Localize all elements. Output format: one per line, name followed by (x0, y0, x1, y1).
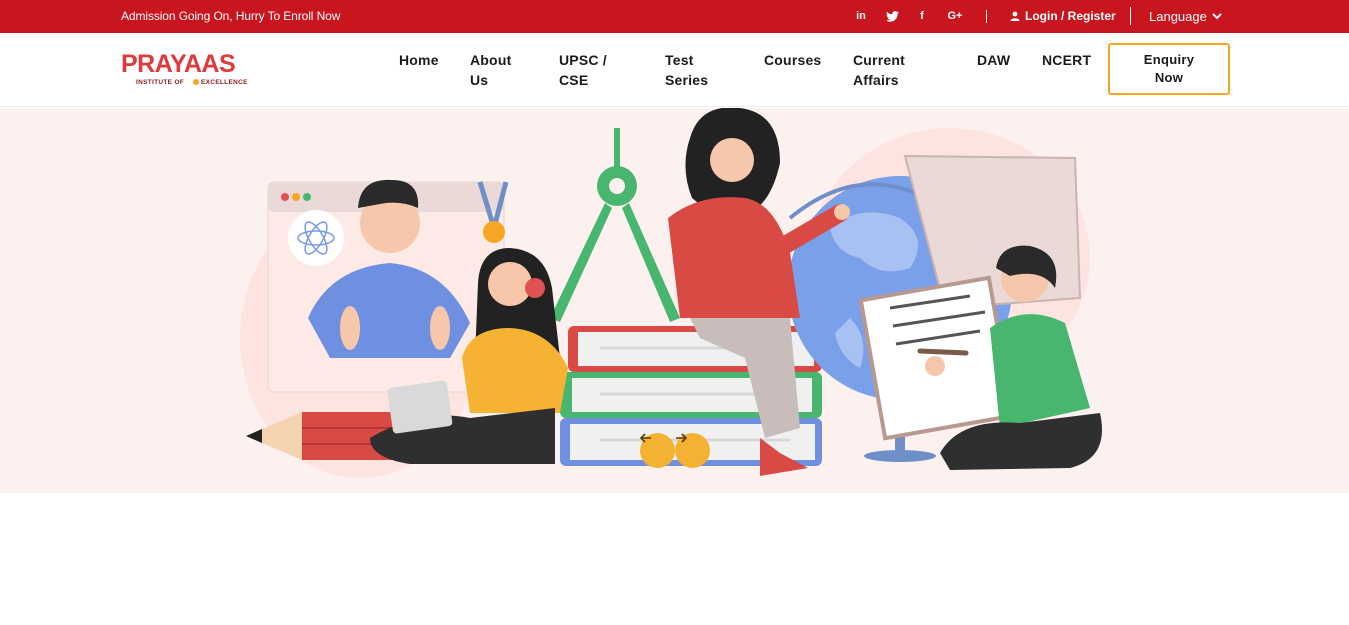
nav-upsc-label-line1: UPSC / (559, 52, 607, 68)
nav-daw[interactable]: DAW (977, 50, 1010, 70)
nav-current-label-line2: Affairs (853, 72, 899, 88)
admission-announcement: Admission Going On, Hurry To Enroll Now (121, 9, 341, 23)
nav-home-label: Home (399, 52, 439, 68)
nav-upsc-cse[interactable]: UPSC / CSE (559, 50, 607, 90)
svg-text:INSTITUTE OF: INSTITUTE OF (136, 79, 184, 86)
main-header: PRAYAAS INSTITUTE OF EXCELLENCE Home Abo… (0, 33, 1349, 107)
language-dropdown[interactable]: Language (1149, 9, 1222, 24)
nav-test-label-line2: Series (665, 72, 709, 88)
topbar-divider (986, 10, 987, 23)
linkedin-icon[interactable]: in (853, 8, 869, 24)
nav-ncert-label: NCERT (1042, 52, 1092, 68)
nav-current-label-line1: Current (853, 52, 905, 68)
nav-courses[interactable]: Courses (764, 50, 821, 70)
chevron-down-icon (1212, 13, 1222, 20)
slider-prev-button[interactable] (640, 433, 675, 468)
nav-about-label-line2: Us (470, 72, 489, 88)
nav-test-label-line1: Test (665, 52, 694, 68)
facebook-icon[interactable]: f (914, 8, 930, 24)
nav-daw-label: DAW (977, 52, 1011, 68)
slider-next-button[interactable] (675, 433, 710, 468)
google-plus-icon[interactable]: G+ (945, 8, 965, 24)
arrow-left-icon (640, 433, 651, 443)
language-label: Language (1149, 9, 1207, 24)
nav-courses-label: Courses (764, 52, 822, 68)
user-icon (1010, 11, 1020, 21)
top-announcement-bar: Admission Going On, Hurry To Enroll Now … (0, 0, 1349, 33)
login-register-label: Login / Register (1025, 9, 1116, 23)
hero-banner (0, 108, 1349, 493)
nav-about-label-line1: About (470, 52, 512, 68)
topbar-divider (1130, 7, 1131, 25)
nav-test-series[interactable]: Test Series (665, 50, 708, 90)
svg-text:EXCELLENCE: EXCELLENCE (201, 79, 248, 86)
enquiry-label-line2: Now (1154, 70, 1184, 85)
nav-home[interactable]: Home (399, 50, 439, 70)
svg-text:PRAYAAS: PRAYAAS (121, 50, 235, 78)
nav-about-us[interactable]: About Us (470, 50, 511, 90)
nav-ncert[interactable]: NCERT (1042, 50, 1091, 70)
login-register-link[interactable]: Login / Register (1010, 9, 1116, 23)
nav-upsc-label-line2: CSE (559, 72, 589, 88)
enquiry-now-button[interactable]: Enquiry Now (1108, 43, 1230, 95)
arrow-right-icon (676, 433, 687, 443)
nav-current-affairs[interactable]: Current Affairs (853, 50, 905, 90)
twitter-icon[interactable] (884, 8, 900, 24)
prayaas-logo[interactable]: PRAYAAS INSTITUTE OF EXCELLENCE (121, 50, 273, 86)
enquiry-label-line1: Enquiry (1143, 52, 1195, 67)
